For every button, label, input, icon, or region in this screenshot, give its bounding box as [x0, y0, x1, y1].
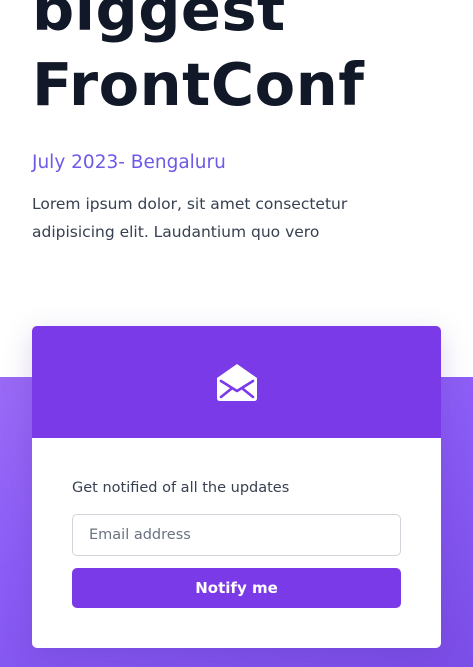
email-input[interactable] — [72, 514, 401, 556]
hero-title: biggest FrontConf — [32, 0, 364, 122]
notify-label: Get notified of all the updates — [72, 480, 290, 496]
hero-description: Lorem ipsum dolor, sit amet consectetur … — [32, 195, 348, 241]
event-date-location: July 2023- Bengaluru — [32, 152, 226, 173]
signup-card: Get notified of all the updates Notify m… — [32, 326, 441, 648]
hero-title-line-2: FrontConf — [32, 50, 365, 119]
signup-card-header — [32, 326, 441, 438]
hero-title-line-1: biggest — [32, 0, 286, 44]
envelope-open-icon — [216, 364, 257, 401]
notify-me-button[interactable]: Notify me — [72, 568, 401, 608]
